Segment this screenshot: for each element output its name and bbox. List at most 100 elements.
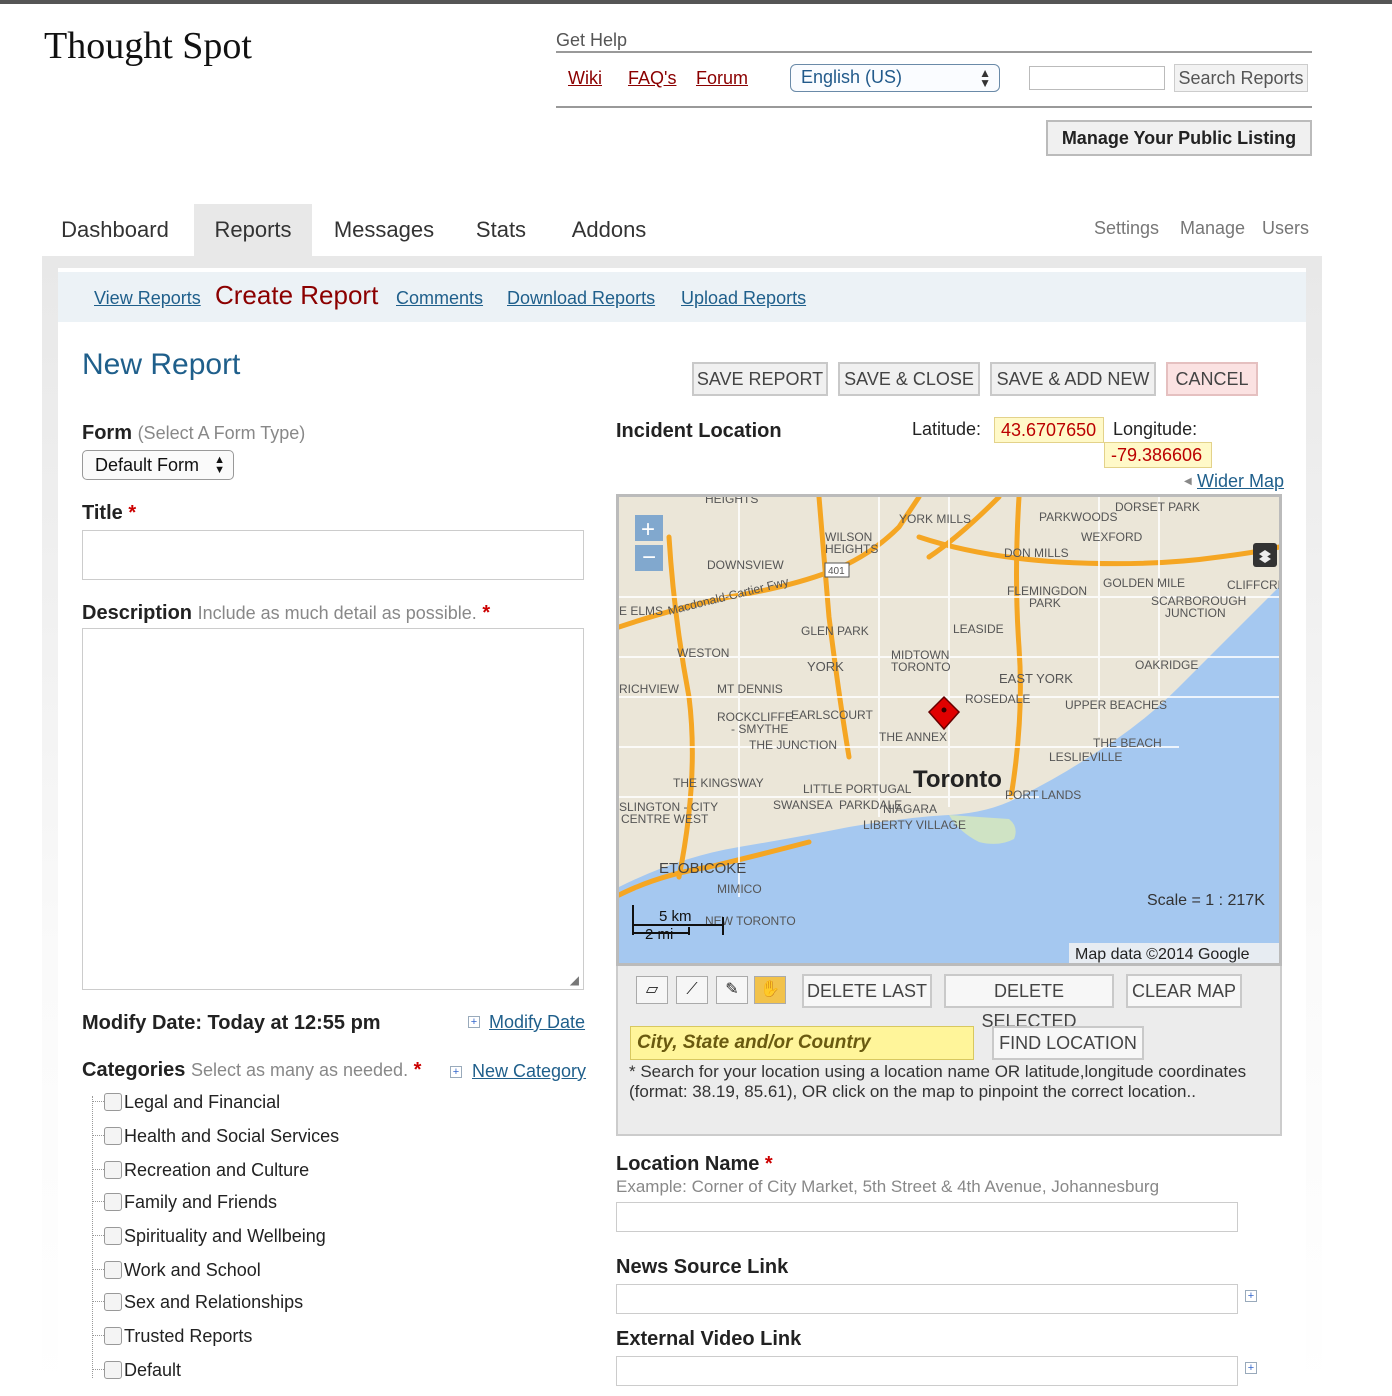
language-select[interactable]: English (US) ▲ ▼ bbox=[790, 64, 1000, 92]
modify-date-link[interactable]: Modify Date bbox=[489, 1012, 585, 1033]
svg-text:ROSEDALE: ROSEDALE bbox=[965, 692, 1030, 706]
title-input[interactable] bbox=[82, 530, 584, 580]
draw-point-icon[interactable]: ✎ bbox=[716, 976, 748, 1004]
add-video-icon[interactable]: + bbox=[1245, 1362, 1257, 1374]
svg-text:PARK: PARK bbox=[1029, 596, 1061, 610]
checkbox[interactable] bbox=[104, 1327, 122, 1345]
save-close-button[interactable]: SAVE & CLOSE bbox=[838, 362, 980, 396]
delete-selected-button[interactable]: DELETE SELECTED bbox=[944, 974, 1114, 1031]
longitude-input[interactable]: -79.386606 bbox=[1104, 442, 1212, 468]
draw-polygon-icon[interactable]: ▱ bbox=[636, 976, 668, 1004]
search-reports-button[interactable]: Search Reports bbox=[1174, 64, 1308, 92]
category-item[interactable]: Spirituality and Wellbeing bbox=[92, 1224, 326, 1248]
map-canvas[interactable]: YORK MILLS PARKWOODSDORSET PARK WILSONHEI… bbox=[619, 497, 1279, 963]
form-label: Form (Select A Form Type) bbox=[82, 422, 305, 445]
add-news-source-icon[interactable]: + bbox=[1245, 1290, 1257, 1302]
pan-hand-icon[interactable]: ✋ bbox=[754, 976, 786, 1004]
svg-text:GLEN PARK: GLEN PARK bbox=[801, 624, 869, 638]
delete-last-button[interactable]: DELETE LAST bbox=[802, 974, 932, 1008]
cancel-button[interactable]: CANCEL bbox=[1166, 362, 1258, 396]
svg-text:UPPER BEACHES: UPPER BEACHES bbox=[1065, 698, 1167, 712]
tab-addons[interactable]: Addons bbox=[556, 204, 662, 256]
title-label: Title * bbox=[82, 502, 136, 525]
download-reports-link[interactable]: Download Reports bbox=[507, 288, 655, 309]
incident-location-label: Incident Location bbox=[616, 420, 782, 442]
svg-text:ETOBICOKE: ETOBICOKE bbox=[659, 860, 746, 877]
category-item[interactable]: Health and Social Services bbox=[92, 1124, 339, 1148]
nav-settings[interactable]: Settings bbox=[1094, 218, 1159, 239]
category-item[interactable]: Trusted Reports bbox=[92, 1324, 252, 1348]
location-name-input[interactable] bbox=[616, 1202, 1238, 1232]
svg-text:5 km: 5 km bbox=[659, 908, 692, 925]
svg-text:YORK: YORK bbox=[807, 659, 844, 674]
wider-map-link[interactable]: Wider Map bbox=[1197, 471, 1284, 492]
comments-link[interactable]: Comments bbox=[396, 288, 483, 309]
svg-text:CENTRE WEST: CENTRE WEST bbox=[621, 812, 709, 826]
find-location-button[interactable]: FIND LOCATION bbox=[992, 1026, 1144, 1060]
plus-icon[interactable]: + bbox=[468, 1016, 480, 1028]
svg-text:YORK MILLS: YORK MILLS bbox=[899, 512, 971, 526]
checkbox[interactable] bbox=[104, 1293, 122, 1311]
page-title: New Report bbox=[82, 348, 241, 381]
category-item[interactable]: Work and School bbox=[92, 1258, 261, 1282]
checkbox[interactable] bbox=[104, 1193, 122, 1211]
tab-stats[interactable]: Stats bbox=[458, 204, 544, 256]
external-video-label: External Video Link bbox=[616, 1328, 802, 1350]
search-input[interactable] bbox=[1029, 66, 1165, 90]
category-item[interactable]: Family and Friends bbox=[92, 1190, 277, 1214]
incident-map[interactable]: YORK MILLS PARKWOODS DORSET PARK WILSON HEI… bbox=[616, 494, 1282, 966]
nav-users[interactable]: Users bbox=[1262, 218, 1309, 239]
checkbox[interactable] bbox=[104, 1261, 122, 1279]
category-item[interactable]: Sex and Relationships bbox=[92, 1290, 303, 1314]
save-add-new-button[interactable]: SAVE & ADD NEW bbox=[990, 362, 1156, 396]
svg-text:+: + bbox=[641, 516, 655, 543]
tab-messages[interactable]: Messages bbox=[322, 204, 446, 256]
svg-text:WEXFORD: WEXFORD bbox=[1081, 530, 1143, 544]
upload-reports-link[interactable]: Upload Reports bbox=[681, 288, 806, 309]
view-reports-link[interactable]: View Reports bbox=[94, 288, 201, 309]
form-hint: (Select A Form Type) bbox=[137, 423, 306, 443]
latitude-input[interactable]: 43.6707650 bbox=[994, 417, 1104, 443]
forum-link[interactable]: Forum bbox=[696, 68, 748, 89]
help-divider-top bbox=[556, 51, 1312, 53]
external-video-input[interactable] bbox=[616, 1356, 1238, 1386]
language-select-value: English (US) bbox=[801, 67, 903, 87]
tab-reports[interactable]: Reports bbox=[194, 204, 312, 256]
news-source-input[interactable] bbox=[616, 1284, 1238, 1314]
categories-hint: Select as many as needed. bbox=[190, 1060, 409, 1080]
svg-text:−: − bbox=[642, 544, 656, 571]
nav-manage[interactable]: Manage bbox=[1180, 218, 1245, 239]
checkbox[interactable] bbox=[104, 1227, 122, 1245]
category-item[interactable]: Legal and Financial bbox=[92, 1090, 280, 1114]
resize-handle-icon[interactable]: ◢ bbox=[570, 973, 579, 987]
save-report-button[interactable]: SAVE REPORT bbox=[692, 362, 828, 396]
checkbox[interactable] bbox=[104, 1127, 122, 1145]
manage-listing-button[interactable]: Manage Your Public Listing bbox=[1046, 120, 1312, 156]
required-marker: * bbox=[128, 502, 137, 524]
checkbox[interactable] bbox=[104, 1093, 122, 1111]
category-item[interactable]: Recreation and Culture bbox=[92, 1158, 309, 1182]
latitude-label: Latitude: bbox=[912, 419, 982, 439]
wiki-link[interactable]: Wiki bbox=[568, 68, 602, 89]
checkbox[interactable] bbox=[104, 1161, 122, 1179]
location-name-label-text: Location Name bbox=[616, 1153, 760, 1175]
faq-link[interactable]: FAQ's bbox=[628, 68, 676, 89]
svg-text:SWANSEA: SWANSEA bbox=[773, 798, 833, 812]
svg-text:PARKWOODS: PARKWOODS bbox=[1039, 510, 1117, 524]
description-label-text: Description bbox=[82, 602, 193, 624]
svg-text:WESTON: WESTON bbox=[677, 646, 729, 660]
draw-line-icon[interactable]: ⟋ bbox=[676, 976, 708, 1004]
tab-dashboard[interactable]: Dashboard bbox=[44, 204, 186, 256]
clear-map-button[interactable]: CLEAR MAP bbox=[1126, 974, 1242, 1008]
svg-text:2 mi: 2 mi bbox=[645, 926, 673, 943]
news-source-label: News Source Link bbox=[616, 1256, 789, 1278]
plus-icon[interactable]: + bbox=[450, 1066, 462, 1078]
form-type-select[interactable]: Default Form ▲ ▼ bbox=[82, 450, 234, 480]
description-textarea[interactable]: ◢ bbox=[82, 628, 584, 990]
city-search-input[interactable]: City, State and/or Country bbox=[630, 1026, 974, 1060]
checkbox[interactable] bbox=[104, 1361, 122, 1379]
new-category-link[interactable]: New Category bbox=[472, 1061, 586, 1082]
site-title: Thought Spot bbox=[44, 25, 252, 67]
category-item[interactable]: Default bbox=[92, 1358, 181, 1382]
svg-text:CLIFFCREST: CLIFFCREST bbox=[1227, 578, 1279, 592]
